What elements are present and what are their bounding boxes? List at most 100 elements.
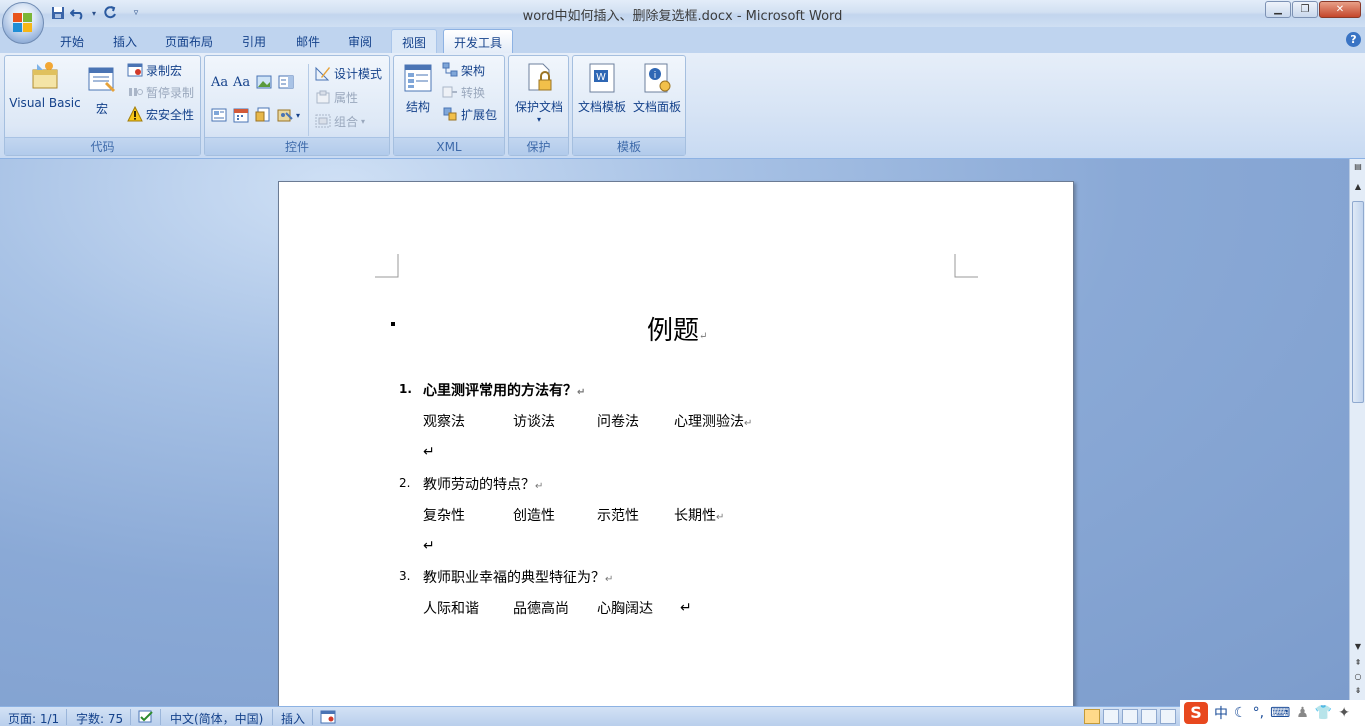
select-browse-object-icon[interactable]: ○ xyxy=(1352,671,1364,683)
legacy-tools-icon xyxy=(277,107,293,123)
pause-recording-button[interactable]: 暂停录制 xyxy=(127,83,194,101)
option: 品德高尚 xyxy=(513,601,569,617)
properties-button[interactable]: 属性 xyxy=(315,88,358,106)
minimize-button[interactable]: ▁ xyxy=(1265,1,1291,18)
ruler-toggle-icon[interactable]: ▤ xyxy=(1352,161,1364,173)
document-panel-icon: i xyxy=(641,62,673,94)
draft-view-icon[interactable] xyxy=(1160,709,1176,724)
expansion-pack-icon xyxy=(442,106,458,122)
record-macro-button[interactable]: 录制宏 xyxy=(127,61,182,79)
group-templates-label: 模板 xyxy=(573,137,685,155)
transform-button[interactable]: 转换 xyxy=(442,83,485,101)
group-dropdown-icon: ▾ xyxy=(361,116,366,126)
document-page[interactable]: 例题↵ 1. 心里测评常用的方法有？↵ 观察法 访谈法 问卷法 心理测验法↵ ↵… xyxy=(278,181,1074,706)
macros-icon xyxy=(86,64,118,96)
next-page-icon[interactable]: ⇟ xyxy=(1352,685,1364,697)
help-icon[interactable]: ? xyxy=(1346,32,1361,47)
margin-corner-top-right xyxy=(954,254,978,278)
question-text-3: 教师职业幸福的典型特征为？ xyxy=(423,570,605,586)
office-button[interactable] xyxy=(2,2,44,44)
building-block-control-button[interactable] xyxy=(211,106,227,124)
drop-down-list-icon xyxy=(255,107,271,123)
macro-record-status-icon[interactable] xyxy=(320,710,336,726)
svg-text:W: W xyxy=(596,72,606,83)
full-screen-reading-view-icon[interactable] xyxy=(1103,709,1119,724)
date-picker-control-button[interactable] xyxy=(233,106,249,124)
expansion-pack-button[interactable]: 扩展包 xyxy=(442,105,497,123)
status-bar: 页面: 1/1 字数: 75 中文(简体，中国) 插入 xyxy=(0,706,1365,726)
proofing-icon[interactable] xyxy=(138,710,154,726)
tab-review[interactable]: 审阅 xyxy=(338,29,382,53)
schema-button[interactable]: 架构 xyxy=(442,61,485,79)
question-number: 2. xyxy=(399,476,411,490)
document-panel-button[interactable]: i 文档面板 xyxy=(631,62,683,115)
design-mode-icon xyxy=(315,65,331,81)
tab-developer[interactable]: 开发工具 xyxy=(443,29,514,53)
option: 心理测验法 xyxy=(674,414,744,430)
maximize-button[interactable]: ❐ xyxy=(1292,1,1318,18)
insert-mode-indicator[interactable]: 插入 xyxy=(281,710,305,726)
document-template-button[interactable]: W 文档模板 xyxy=(577,62,627,115)
outline-view-icon[interactable] xyxy=(1141,709,1157,724)
controls-separator xyxy=(308,64,309,136)
protect-document-button[interactable]: 保护文档 ▾ xyxy=(511,62,567,124)
sogou-logo-icon[interactable]: S xyxy=(1184,702,1208,724)
tab-insert[interactable]: 插入 xyxy=(103,29,147,53)
question-text: 教师职业幸福的典型特征为？↵ xyxy=(423,567,613,587)
drop-down-list-control-button[interactable] xyxy=(255,106,271,124)
option-last: 心理测验法↵ xyxy=(674,411,752,431)
language-indicator[interactable]: 中文(简体，中国) xyxy=(170,710,263,726)
structure-label: 结构 xyxy=(405,100,430,114)
paragraph-mark: ↵ xyxy=(744,418,753,429)
rich-text-control-button[interactable]: Aa xyxy=(211,73,228,91)
design-mode-button[interactable]: 设计模式 xyxy=(315,64,382,82)
group-code-label: 代码 xyxy=(5,137,200,155)
legacy-tools-button[interactable]: ▾ xyxy=(277,106,300,124)
page-count[interactable]: 页面: 1/1 xyxy=(8,710,59,726)
option: 观察法 xyxy=(423,414,465,430)
question-text-2: 教师劳动的特点？ xyxy=(423,477,535,493)
document-template-icon: W xyxy=(586,62,618,94)
macro-security-button[interactable]: 宏安全性 xyxy=(127,105,194,123)
tab-references[interactable]: 引用 xyxy=(232,29,276,53)
skin-icon[interactable]: 👕 xyxy=(1315,705,1332,721)
tab-home[interactable]: 开始 xyxy=(50,29,94,53)
ribbon: Visual Basic 宏 录制宏 暂停录制 宏安全性 代码 Aa Aa ▾ … xyxy=(0,53,1365,159)
tab-page-layout[interactable]: 页面布局 xyxy=(155,29,223,53)
moon-icon[interactable]: ☾ xyxy=(1234,705,1247,721)
scroll-thumb[interactable] xyxy=(1352,201,1364,403)
combo-box-control-button[interactable] xyxy=(278,73,294,91)
keyboard-icon[interactable]: ⌨ xyxy=(1270,705,1290,721)
print-layout-view-icon[interactable] xyxy=(1084,709,1100,724)
transform-icon xyxy=(442,84,458,100)
record-macro-icon xyxy=(127,62,143,78)
picture-control-button[interactable] xyxy=(256,73,272,91)
scroll-up-icon[interactable]: ▲ xyxy=(1352,181,1364,193)
settings-icon[interactable]: ✦ xyxy=(1338,705,1350,721)
tab-mailings[interactable]: 邮件 xyxy=(286,29,330,53)
tab-view[interactable]: 视图 xyxy=(391,29,438,53)
macros-button[interactable]: 宏 xyxy=(85,64,119,117)
scroll-down-icon[interactable]: ▼ xyxy=(1352,641,1364,653)
group-button[interactable]: 组合 ▾ xyxy=(315,112,365,130)
user-icon[interactable]: ♟ xyxy=(1296,705,1309,721)
word-count[interactable]: 字数: 75 xyxy=(76,710,123,726)
previous-page-icon[interactable]: ⇞ xyxy=(1352,657,1364,669)
plain-text-control-button[interactable]: Aa xyxy=(233,73,250,91)
visual-basic-label: Visual Basic xyxy=(9,96,81,110)
visual-basic-button[interactable]: Visual Basic xyxy=(9,60,81,110)
calendar-icon xyxy=(233,107,249,123)
status-separator xyxy=(160,709,161,725)
ime-mode-indicator[interactable]: 中 xyxy=(1214,703,1228,723)
window-controls: ▁ ❐ ✕ xyxy=(1264,1,1361,18)
web-layout-view-icon[interactable] xyxy=(1122,709,1138,724)
question-text: 教师劳动的特点？↵ xyxy=(423,474,543,494)
question-number: 3. xyxy=(399,569,411,583)
group-xml: 结构 架构 转换 扩展包 XML xyxy=(393,55,505,156)
schema-icon xyxy=(442,62,458,78)
close-button[interactable]: ✕ xyxy=(1319,1,1361,18)
vertical-scrollbar[interactable]: ▤ ▲ ▼ ⇞ ○ ⇟ xyxy=(1349,159,1365,706)
punctuation-icon[interactable]: °, xyxy=(1253,705,1264,721)
building-block-icon xyxy=(211,107,227,123)
structure-button[interactable]: 结构 xyxy=(400,62,436,115)
